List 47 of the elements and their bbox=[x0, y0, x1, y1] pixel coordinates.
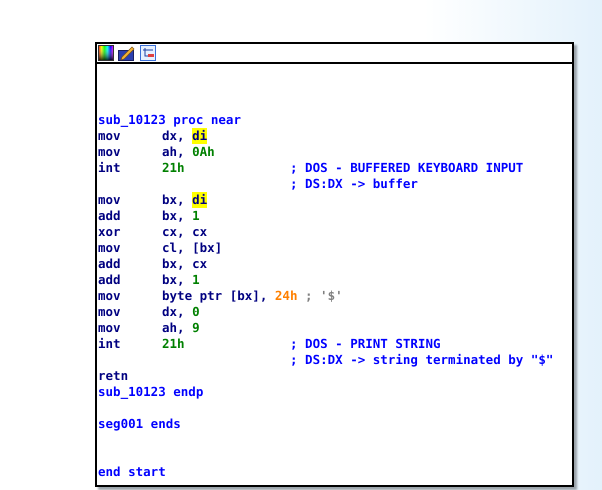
operand: 21h bbox=[162, 160, 185, 176]
operand: 21h bbox=[162, 336, 185, 352]
highlighted-operand: di bbox=[192, 192, 208, 208]
comment-text: ; DS:DX -> buffer bbox=[290, 176, 418, 192]
mnemonic: mov bbox=[98, 144, 121, 159]
operand: bx, cx bbox=[162, 256, 208, 272]
mnemonic: mov bbox=[98, 304, 121, 319]
mnemonic: int bbox=[98, 160, 121, 175]
comment-text: ; DOS - PRINT STRING bbox=[290, 336, 441, 352]
color-palette-icon[interactable] bbox=[98, 45, 114, 61]
label-line: sub_10123 proc near bbox=[98, 112, 241, 128]
inline-comment: ; '$' bbox=[304, 288, 343, 304]
comment-text: ; DOS - BUFFERED KEYBOARD INPUT bbox=[290, 160, 524, 176]
mnemonic: retn bbox=[98, 368, 128, 383]
comment-text: ; DS:DX -> string terminated by "$" bbox=[290, 352, 554, 368]
operand: 0Ah bbox=[192, 144, 215, 160]
operand: 1 bbox=[192, 272, 200, 288]
mnemonic: xor bbox=[98, 224, 121, 239]
operand: dx, bbox=[162, 304, 186, 320]
mnemonic: mov bbox=[98, 240, 121, 255]
operand: 24h bbox=[274, 288, 298, 304]
mnemonic: mov bbox=[98, 192, 121, 207]
label-line: sub_10123 endp bbox=[98, 384, 204, 400]
label-line: seg001 ends bbox=[98, 416, 181, 432]
operand: cx, cx bbox=[162, 224, 208, 240]
operand: bx, bbox=[162, 272, 186, 288]
mnemonic: add bbox=[98, 208, 121, 223]
mnemonic: int bbox=[98, 336, 121, 351]
operand: cl, [bx] bbox=[162, 240, 222, 256]
mnemonic: add bbox=[98, 272, 121, 287]
mnemonic: mov bbox=[98, 128, 121, 143]
label-line: end start bbox=[98, 464, 166, 480]
pencil-icon[interactable] bbox=[118, 45, 136, 61]
mnemonic: add bbox=[98, 256, 121, 271]
highlighted-operand: di bbox=[192, 128, 208, 144]
operand: ah, bbox=[162, 144, 186, 160]
operand: ah, bbox=[162, 320, 186, 336]
operand: dx, bbox=[162, 128, 186, 144]
operand: bx, bbox=[162, 192, 186, 208]
operand: byte ptr [bx], bbox=[162, 288, 268, 304]
flowchart-icon[interactable] bbox=[140, 45, 156, 61]
operand: 9 bbox=[192, 320, 200, 336]
operand: 0 bbox=[192, 304, 200, 320]
operand: 1 bbox=[192, 208, 200, 224]
mnemonic: mov bbox=[98, 288, 121, 303]
operand: bx, bbox=[162, 208, 186, 224]
mnemonic: mov bbox=[98, 320, 121, 335]
